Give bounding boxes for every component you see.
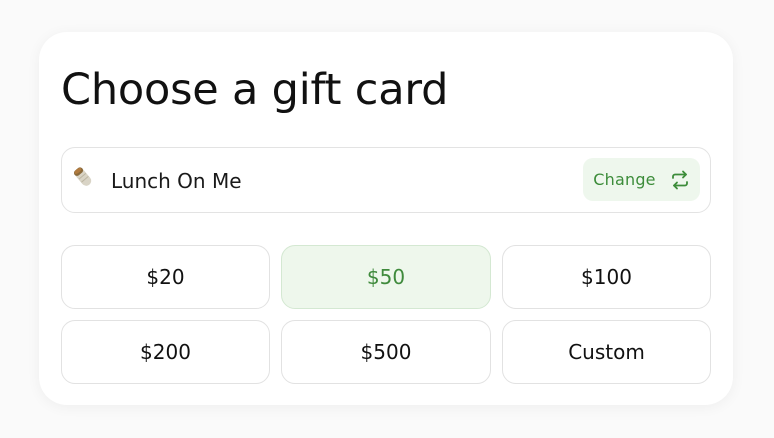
amount-option-20[interactable]: $20 (61, 245, 270, 309)
selected-gift-card[interactable]: Lunch On Me Change (61, 147, 711, 213)
amount-option-custom[interactable]: Custom (502, 320, 711, 384)
swap-arrows-icon (670, 170, 690, 190)
change-button-label: Change (593, 170, 656, 189)
amount-options: $20 $50 $100 $200 $500 Custom (61, 245, 711, 384)
amount-option-500[interactable]: $500 (281, 320, 491, 384)
change-button[interactable]: Change (583, 158, 700, 201)
page-title: Choose a gift card (61, 65, 449, 115)
amount-option-50[interactable]: $50 (281, 245, 491, 309)
burrito-icon (70, 164, 96, 190)
gift-card-name: Lunch On Me (111, 169, 242, 193)
amount-option-100[interactable]: $100 (502, 245, 711, 309)
gift-card-panel: Choose a gift card Lunch On Me Change $2… (39, 32, 733, 405)
amount-option-200[interactable]: $200 (61, 320, 270, 384)
